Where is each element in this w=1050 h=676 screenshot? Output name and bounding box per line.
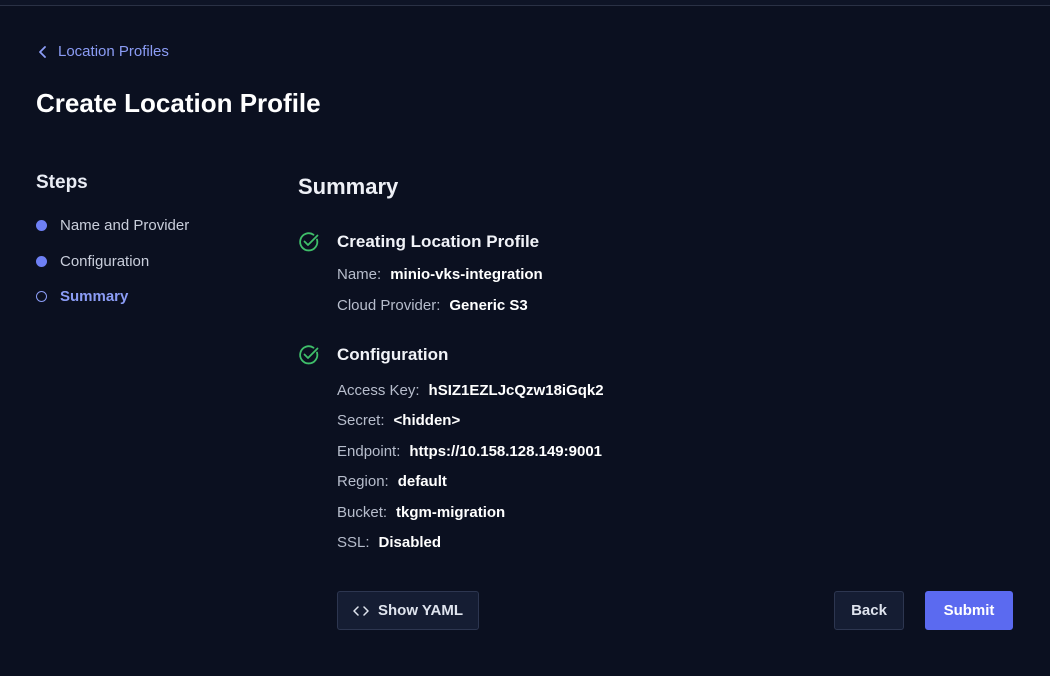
step-label: Summary — [60, 288, 129, 306]
cloud-provider-key: Cloud Provider: — [337, 297, 441, 314]
chevron-left-icon — [39, 45, 46, 58]
ssl-row: SSL: Disabled — [337, 528, 818, 559]
endpoint-row: Endpoint: https://10.158.128.149:9001 — [337, 436, 818, 467]
access-key-row: Access Key: hSIZ1EZLJcQzw18iGqk2 — [337, 375, 818, 406]
steps-title: Steps — [36, 172, 88, 193]
access-key-value: hSIZ1EZLJcQzw18iGqk2 — [428, 381, 604, 399]
summary-title: Summary — [298, 174, 399, 199]
breadcrumb-location-profiles[interactable]: Location Profiles — [38, 43, 169, 60]
endpoint-key: Endpoint: — [337, 442, 401, 460]
submit-button[interactable]: Submit — [925, 591, 1013, 630]
section-label: Creating Location Profile — [337, 232, 540, 251]
step-configuration[interactable]: Configuration — [36, 244, 266, 280]
step-label: Name and Provider — [60, 217, 190, 235]
region-key: Region: — [337, 473, 389, 491]
top-bar-divider — [0, 0, 1050, 6]
step-complete-dot-icon — [36, 255, 47, 267]
access-key-key: Access Key: — [337, 381, 420, 399]
endpoint-value: https://10.158.128.149:9001 — [409, 442, 603, 460]
creating-profile-section: Creating Location Profile Name: minio-vk… — [298, 228, 818, 321]
code-icon — [353, 605, 369, 616]
name-key: Name: — [337, 266, 382, 283]
check-circle-icon — [299, 345, 319, 365]
secret-key: Secret: — [337, 412, 385, 430]
bucket-row: Bucket: tkgm-migration — [337, 497, 818, 528]
check-circle-icon — [299, 232, 319, 252]
bucket-value: tkgm-migration — [396, 503, 506, 521]
breadcrumb-label: Location Profiles — [58, 43, 169, 60]
secret-value: <hidden> — [393, 412, 461, 430]
section-header: Creating Location Profile — [298, 228, 818, 256]
back-button[interactable]: Back — [834, 591, 904, 630]
step-label: Configuration — [60, 252, 150, 270]
page-title: Create Location Profile — [36, 88, 321, 118]
name-value: minio-vks-integration — [390, 266, 543, 283]
step-name-and-provider[interactable]: Name and Provider — [36, 208, 266, 244]
region-value: default — [397, 473, 447, 491]
bucket-key: Bucket: — [337, 503, 388, 521]
cloud-provider-row: Cloud Provider: Generic S3 — [337, 290, 818, 321]
section-header: Configuration — [298, 341, 818, 369]
ssl-key: SSL: — [337, 534, 370, 552]
steps-panel: Steps Name and Provider Configuration Su… — [36, 172, 266, 315]
region-row: Region: default — [337, 467, 818, 498]
configuration-section: Configuration Access Key: hSIZ1EZLJcQzw1… — [298, 341, 818, 558]
step-summary[interactable]: Summary — [36, 279, 266, 315]
step-current-circle-icon — [36, 291, 47, 303]
section-label: Configuration — [337, 345, 449, 364]
cloud-provider-value: Generic S3 — [449, 297, 528, 314]
show-yaml-label: Show YAML — [377, 602, 463, 619]
show-yaml-button[interactable]: Show YAML — [337, 591, 479, 630]
secret-row: Secret: <hidden> — [337, 406, 818, 437]
step-complete-dot-icon — [36, 220, 47, 232]
name-row: Name: minio-vks-integration — [337, 259, 818, 290]
ssl-value: Disabled — [378, 534, 442, 552]
